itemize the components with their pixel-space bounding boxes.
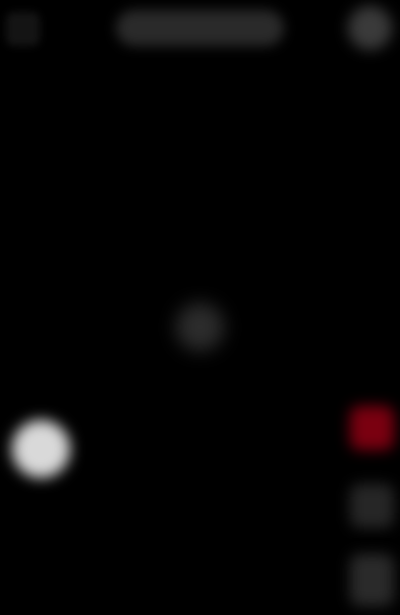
top-bar bbox=[0, 0, 400, 60]
loading-spinner-icon bbox=[176, 303, 224, 351]
share-icon[interactable] bbox=[350, 554, 394, 606]
comment-icon[interactable] bbox=[350, 484, 394, 528]
side-action-rail bbox=[348, 396, 400, 615]
more-icon[interactable] bbox=[348, 6, 392, 50]
back-icon[interactable] bbox=[6, 12, 40, 46]
like-icon[interactable] bbox=[350, 406, 394, 450]
page-title bbox=[116, 10, 284, 46]
record-button[interactable] bbox=[12, 420, 70, 478]
